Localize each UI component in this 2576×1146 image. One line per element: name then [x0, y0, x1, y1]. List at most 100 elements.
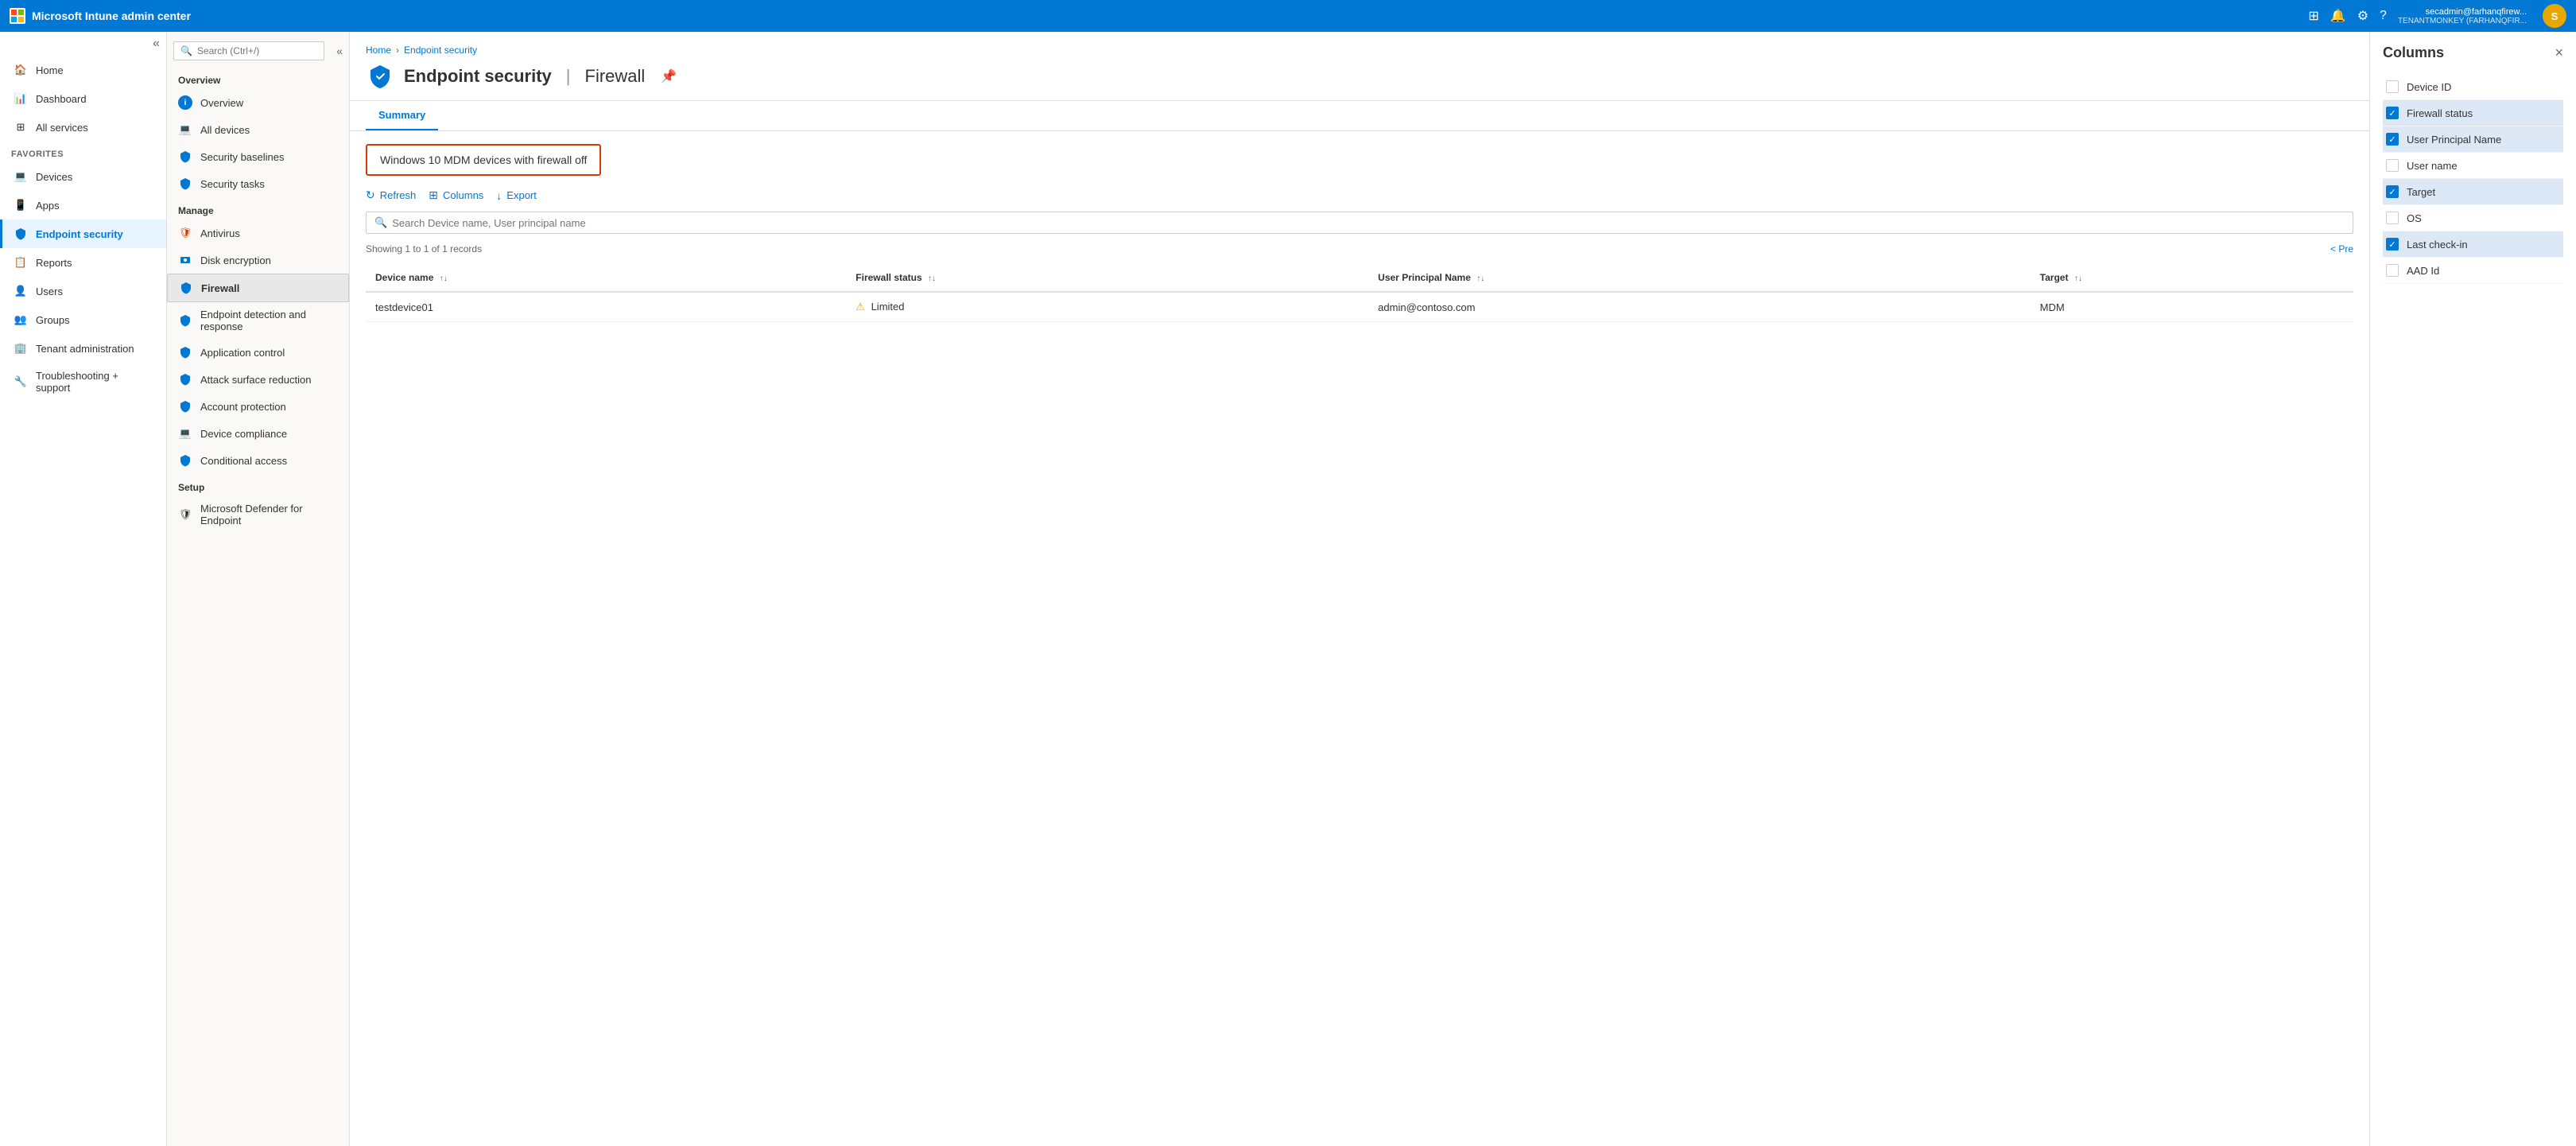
column-checkbox-user-name[interactable]	[2386, 159, 2399, 172]
reports-icon: 📋	[14, 255, 28, 270]
col-device-name[interactable]: Device name ↑↓	[366, 264, 846, 292]
sidebar-item-home[interactable]: 🏠 Home	[0, 56, 166, 84]
nav-label-all-devices: All devices	[200, 124, 250, 136]
col-target[interactable]: Target ↑↓	[2031, 264, 2353, 292]
sidebar-label-endpoint-security: Endpoint security	[36, 228, 123, 240]
sidebar-item-troubleshooting[interactable]: 🔧 Troubleshooting + support	[0, 363, 166, 401]
topbar-actions: ⊞ 🔔 ⚙ ? secadmin@farhanqfirew... TENANTM…	[2308, 4, 2566, 28]
nav-item-antivirus[interactable]: 🛡 Antivirus	[167, 219, 349, 247]
sidebar-item-tenant-admin[interactable]: 🏢 Tenant administration	[0, 334, 166, 363]
nav-item-security-tasks[interactable]: Security tasks	[167, 170, 349, 197]
sort-device-name[interactable]: ↑↓	[440, 274, 448, 283]
help-icon[interactable]: ?	[2380, 9, 2387, 23]
settings-icon[interactable]: ⚙	[2357, 8, 2368, 24]
page-icon	[366, 62, 394, 91]
nav-item-overview[interactable]: i Overview	[167, 89, 349, 116]
sidebar-item-devices[interactable]: 💻 Devices	[0, 162, 166, 191]
nav-item-app-control[interactable]: Application control	[167, 339, 349, 366]
antivirus-icon: 🛡	[178, 226, 192, 240]
devices-icon: 💻	[14, 169, 28, 184]
sort-firewall-status[interactable]: ↑↓	[928, 274, 936, 283]
nav-item-attack-surface[interactable]: Attack surface reduction	[167, 366, 349, 393]
app-title: Microsoft Intune admin center	[32, 10, 191, 22]
sidebar-item-all-services[interactable]: ⊞ All services	[0, 113, 166, 142]
all-devices-icon: 💻	[178, 122, 192, 137]
nav-item-device-compliance[interactable]: 💻 Device compliance	[167, 420, 349, 447]
column-item-user-name: User name	[2383, 153, 2563, 179]
portal-icon[interactable]: ⊞	[2308, 8, 2318, 24]
search-input[interactable]	[197, 45, 317, 56]
nav-item-conditional-access[interactable]: Conditional access	[167, 447, 349, 474]
sidebar-item-reports[interactable]: 📋 Reports	[0, 248, 166, 277]
column-checkbox-os[interactable]	[2386, 212, 2399, 224]
sidebar-label-groups: Groups	[36, 314, 70, 326]
refresh-label: Refresh	[380, 189, 417, 201]
column-checkbox-last-checkin[interactable]: ✓	[2386, 238, 2399, 251]
sidebar-item-users[interactable]: 👤 Users	[0, 277, 166, 305]
device-search-input[interactable]	[392, 217, 2345, 229]
page-title-row: Endpoint security | Firewall 📌	[366, 62, 2353, 100]
nav-item-ms-defender[interactable]: 🛡 Microsoft Defender for Endpoint	[167, 496, 349, 533]
column-checkbox-firewall-status[interactable]: ✓	[2386, 107, 2399, 119]
sidebar-item-endpoint-security[interactable]: Endpoint security	[0, 219, 166, 248]
sort-upn[interactable]: ↑↓	[1476, 274, 1484, 283]
sort-target[interactable]: ↑↓	[2074, 274, 2082, 283]
sidebar-item-groups[interactable]: 👥 Groups	[0, 305, 166, 334]
collapse-icon[interactable]: «	[153, 37, 160, 51]
column-label-upn: User Principal Name	[2407, 134, 2501, 146]
sidebar-label-devices: Devices	[36, 171, 72, 183]
sidebar-collapse-btn[interactable]: «	[0, 32, 166, 56]
disk-encryption-icon	[178, 253, 192, 267]
pin-icon[interactable]: 📌	[661, 68, 677, 84]
column-item-aad-id: AAD Id	[2383, 258, 2563, 284]
column-label-device-id: Device ID	[2407, 81, 2451, 93]
breadcrumb-section[interactable]: Endpoint security	[404, 45, 477, 56]
search-icon: 🔍	[180, 45, 192, 56]
search-bar[interactable]: 🔍	[366, 212, 2353, 234]
column-checkbox-target[interactable]: ✓	[2386, 185, 2399, 198]
ms-defender-icon: 🛡	[178, 507, 192, 522]
nav-item-all-devices[interactable]: 💻 All devices	[167, 116, 349, 143]
nav-label-disk-encryption: Disk encryption	[200, 254, 271, 266]
export-button[interactable]: ↓ Export	[496, 189, 537, 202]
dashboard-icon: 📊	[14, 91, 28, 106]
search-icon: 🔍	[374, 216, 387, 229]
nav-section-manage: Manage	[167, 197, 349, 219]
nav-item-edr[interactable]: Endpoint detection and response	[167, 302, 349, 339]
nav-item-security-baselines[interactable]: Security baselines	[167, 143, 349, 170]
sidebar-item-apps[interactable]: 📱 Apps	[0, 191, 166, 219]
column-checkbox-upn[interactable]: ✓	[2386, 133, 2399, 146]
columns-close-button[interactable]: ×	[2555, 45, 2563, 61]
breadcrumb-home[interactable]: Home	[366, 45, 391, 56]
avatar[interactable]: S	[2543, 4, 2566, 28]
nav-item-account-protection[interactable]: Account protection	[167, 393, 349, 420]
bell-icon[interactable]: 🔔	[2330, 8, 2346, 24]
nav-collapse-icon[interactable]: «	[336, 45, 343, 57]
pagination-prev[interactable]: < Pre	[2330, 243, 2353, 254]
columns-button[interactable]: ⊞ Columns	[429, 188, 483, 202]
tab-summary[interactable]: Summary	[366, 101, 438, 130]
nav-item-disk-encryption[interactable]: Disk encryption	[167, 247, 349, 274]
refresh-button[interactable]: ↻ Refresh	[366, 188, 416, 202]
sidebar-item-dashboard[interactable]: 📊 Dashboard	[0, 84, 166, 113]
cell-upn: admin@contoso.com	[1368, 292, 2031, 322]
secondary-search-box[interactable]: 🔍	[173, 41, 324, 60]
report-card-highlight[interactable]: Windows 10 MDM devices with firewall off	[366, 144, 601, 176]
page-header: Home › Endpoint security Endpoint securi…	[350, 32, 2369, 101]
column-checkbox-aad-id[interactable]	[2386, 264, 2399, 277]
export-icon: ↓	[496, 189, 502, 202]
firewall-status-value: Limited	[871, 301, 905, 313]
table-row[interactable]: testdevice01 ⚠ Limited admin@contoso.com…	[366, 292, 2353, 322]
sidebar: « 🏠 Home 📊 Dashboard ⊞ All services FAVO…	[0, 32, 167, 1146]
sidebar-label-home: Home	[36, 64, 64, 76]
topbar-brand: Microsoft Intune admin center	[10, 8, 191, 24]
col-upn[interactable]: User Principal Name ↑↓	[1368, 264, 2031, 292]
shield-icon	[14, 227, 28, 241]
nav-item-firewall[interactable]: Firewall	[167, 274, 349, 302]
column-checkbox-device-id[interactable]	[2386, 80, 2399, 93]
sidebar-label-apps: Apps	[36, 200, 60, 212]
col-firewall-status[interactable]: Firewall status ↑↓	[846, 264, 1368, 292]
sidebar-label-users: Users	[36, 286, 63, 297]
page-subtitle: Firewall	[585, 66, 646, 87]
records-count: Showing 1 to 1 of 1 records < Pre	[366, 243, 2353, 254]
